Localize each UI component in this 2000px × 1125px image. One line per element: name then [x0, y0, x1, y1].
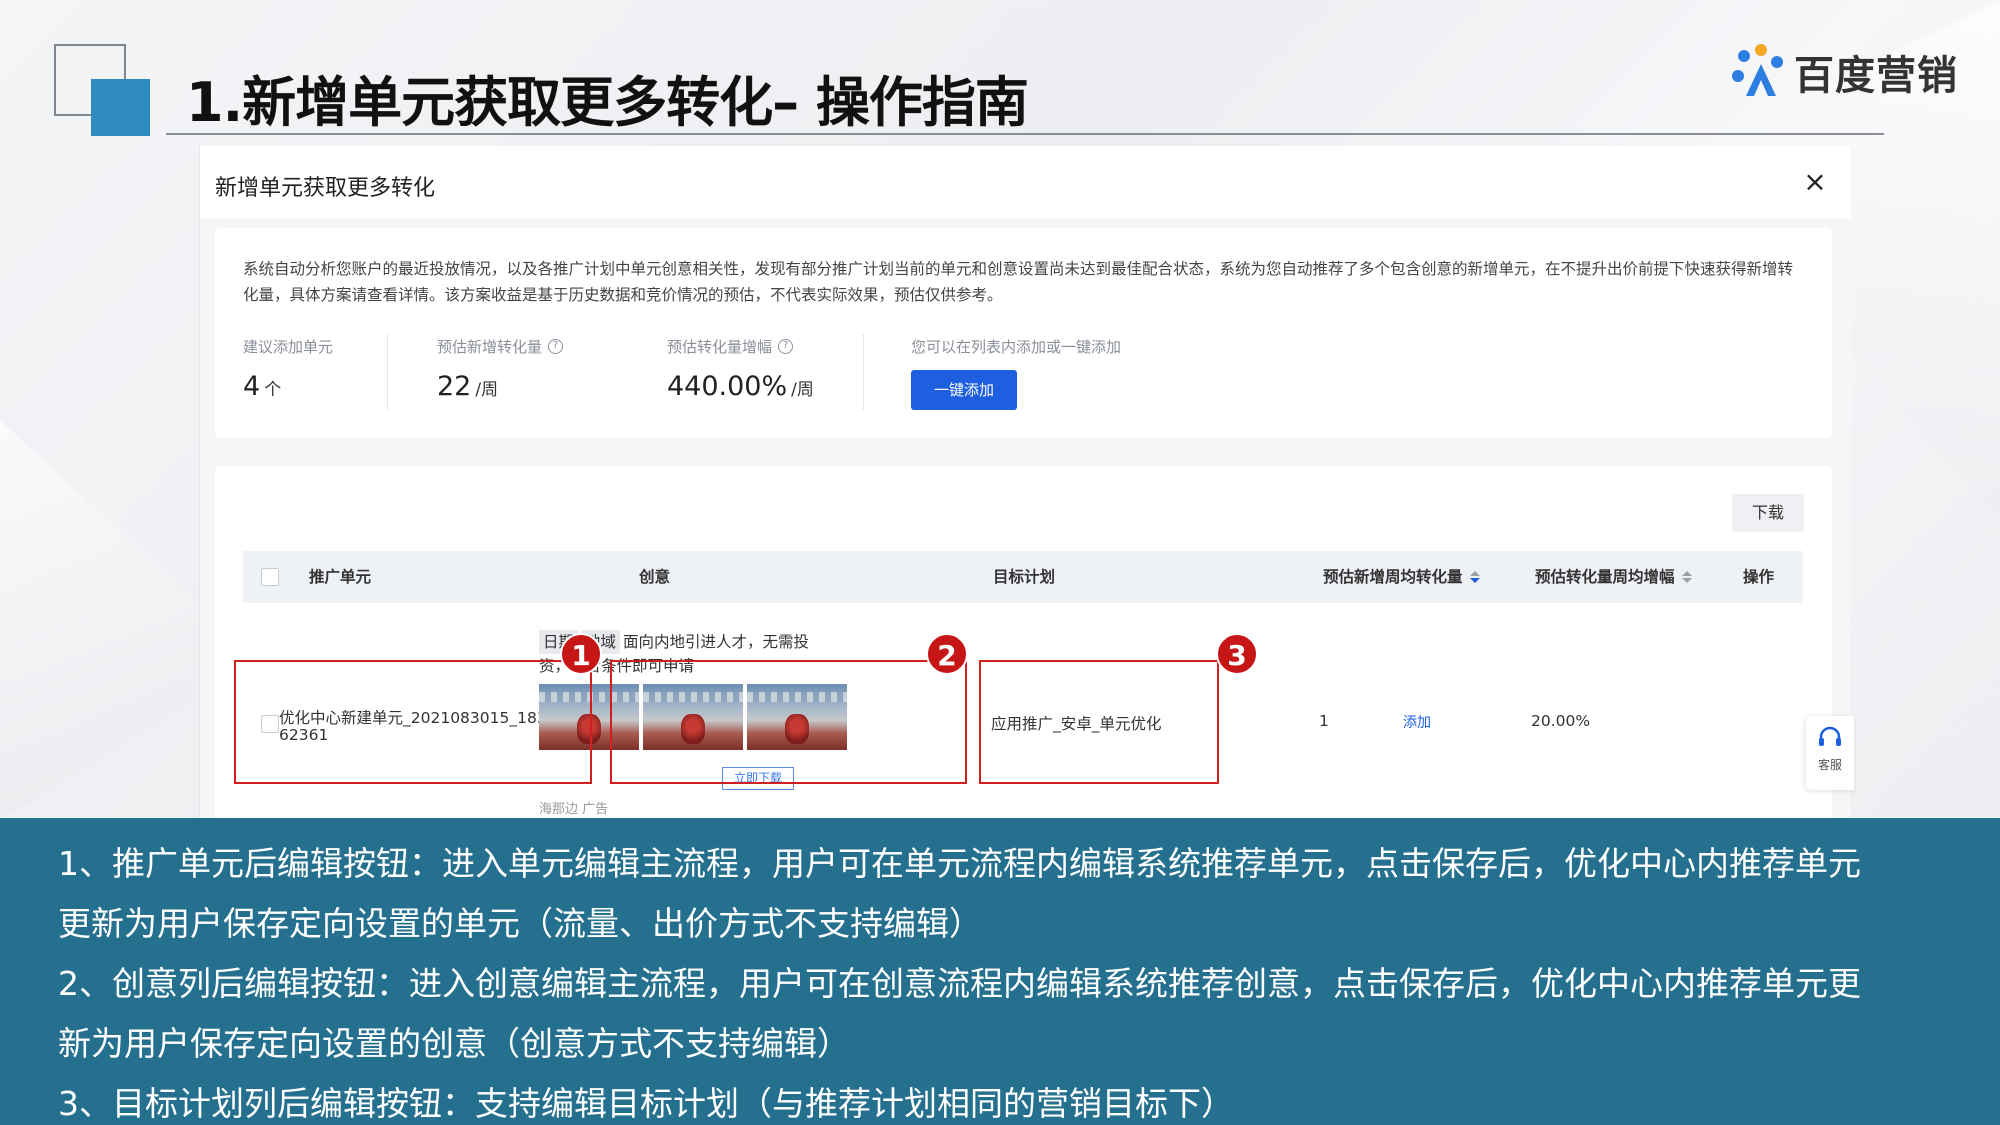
- dialog-header: 新增单元获取更多转化 ×: [200, 146, 1851, 218]
- stat-label: 预估转化量增幅?: [667, 336, 814, 357]
- headset-icon: [1819, 726, 1841, 746]
- row-weekly-growth: 20.00%: [1531, 712, 1591, 730]
- stat-conversion-growth: 预估转化量增幅? 440.00%/周: [667, 336, 814, 402]
- select-all-checkbox[interactable]: [261, 568, 279, 586]
- explanation-line: 3、目标计划列后编辑按钮：支持编辑目标计划（与推荐计划相同的营销目标下）: [58, 1084, 1234, 1123]
- column-header-action: 操作: [1743, 568, 1775, 586]
- marker-1: 1: [560, 633, 602, 675]
- ad-source-label: 海那边 广告: [539, 802, 609, 817]
- stat-value: 22/周: [437, 371, 499, 402]
- annotation-box-creative: [610, 660, 967, 784]
- sort-icon[interactable]: [1681, 571, 1692, 583]
- customer-service-label: 客服: [1817, 758, 1842, 772]
- column-header-weekly-conversions[interactable]: 预估新增周均转化量: [1323, 551, 1480, 603]
- marker-2: 2: [926, 633, 968, 675]
- title-divider: [166, 133, 1884, 135]
- stat-estimated-conversions: 预估新增转化量? 22/周: [437, 336, 564, 402]
- slide-title: 1.新增单元获取更多转化– 操作指南: [186, 71, 1029, 134]
- explanation-banner: 1、推广单元后编辑按钮：进入单元编辑主流程，用户可在单元流程内编辑系统推荐单元，…: [0, 818, 2000, 1125]
- annotation-box-plan: [979, 660, 1219, 784]
- marker-3: 3: [1216, 633, 1258, 675]
- row-weekly-conversions: 1: [1319, 712, 1329, 730]
- column-header-weekly-growth[interactable]: 预估转化量周均增幅: [1535, 551, 1692, 603]
- explanation-line: 1、推广单元后编辑按钮：进入单元编辑主流程，用户可在单元流程内编辑系统推荐单元，…: [58, 844, 1861, 883]
- explanation-line: 更新为用户保存定向设置的单元（流量、出价方式不支持编辑）: [58, 904, 982, 943]
- row-add-link[interactable]: 添加: [1403, 712, 1431, 732]
- explanation-line: 2、创意列后编辑按钮：进入创意编辑主流程，用户可在创意流程内编辑系统推荐创意，点…: [58, 964, 1861, 1003]
- stat-value: 4个: [243, 371, 282, 402]
- stat-suggested-units: 建议添加单元 4个: [243, 336, 333, 402]
- column-header-unit: 推广单元: [309, 568, 372, 586]
- stat-value: 440.00%/周: [667, 371, 814, 402]
- summary-description: 系统自动分析您账户的最近投放情况，以及各推广计划中单元创意相关性，发现有部分推广…: [243, 260, 1794, 304]
- stat-label: 建议添加单元: [243, 338, 334, 356]
- sort-icon[interactable]: [1469, 571, 1480, 583]
- summary-card: 系统自动分析您账户的最近投放情况，以及各推广计划中单元创意相关性，发现有部分推广…: [215, 228, 1832, 438]
- explanation-line: 新为用户保存定向设置的创意（创意方式不支持编辑）: [58, 1024, 850, 1063]
- stat-divider: [863, 334, 864, 410]
- help-icon[interactable]: ?: [778, 339, 794, 354]
- customer-service-button[interactable]: 客服: [1806, 716, 1854, 790]
- table-header: 推广单元 创意 目标计划 预估新增周均转化量 预估转化量周均增幅 操作: [243, 551, 1803, 603]
- one-key-add-button[interactable]: 一键添加: [911, 370, 1017, 410]
- stat-label: 预估新增转化量?: [437, 336, 564, 357]
- explanation-text: 1、推广单元后编辑按钮：进入单元编辑主流程，用户可在单元流程内编辑系统推荐单元，…: [58, 834, 1958, 1125]
- help-icon[interactable]: ?: [548, 339, 564, 354]
- column-header-plan: 目标计划: [993, 568, 1056, 586]
- annotation-box-unit: [234, 660, 592, 784]
- close-icon[interactable]: ×: [1799, 166, 1831, 198]
- stat-divider: [387, 334, 388, 410]
- baidu-logo-icon: [1732, 44, 1783, 96]
- dialog-title: 新增单元获取更多转化: [215, 176, 436, 201]
- logo-text: 百度营销: [1794, 53, 1958, 99]
- add-hint: 您可以在列表内添加或一键添加: [911, 338, 1122, 356]
- column-header-creative: 创意: [639, 568, 671, 586]
- download-button[interactable]: 下载: [1732, 494, 1804, 532]
- baidu-marketing-logo: 百度营销: [1730, 42, 1960, 102]
- title-decoration-square: [91, 79, 150, 136]
